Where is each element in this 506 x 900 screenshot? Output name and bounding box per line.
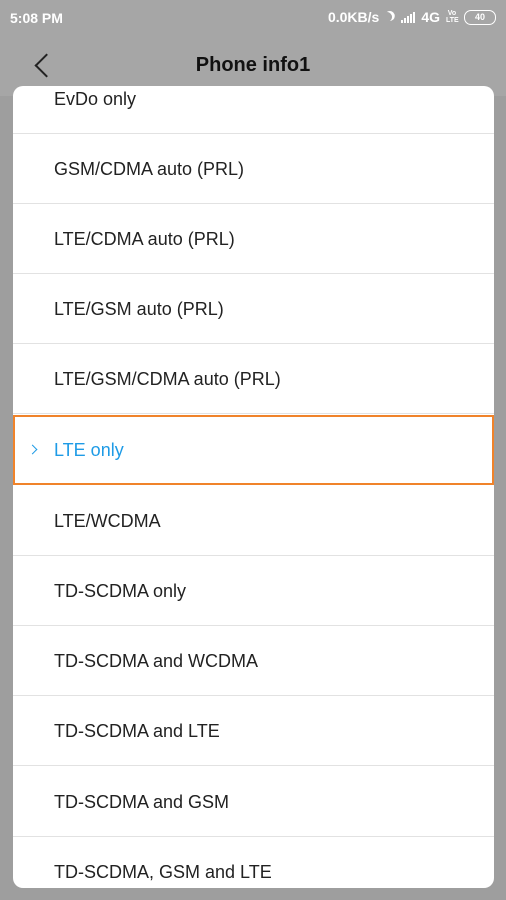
chevron-right-icon bbox=[27, 444, 38, 455]
network-speed: 0.0KB/s bbox=[327, 9, 380, 25]
option-lte-gsm-cdma-auto[interactable]: LTE/GSM/CDMA auto (PRL) bbox=[13, 344, 494, 414]
option-label: TD-SCDMA only bbox=[54, 581, 187, 601]
option-label: LTE/GSM/CDMA auto (PRL) bbox=[54, 369, 281, 389]
signal-icon bbox=[401, 11, 416, 23]
option-td-scdma-wcdma[interactable]: TD-SCDMA and WCDMA bbox=[13, 626, 494, 696]
option-td-scdma-lte[interactable]: TD-SCDMA and LTE bbox=[13, 696, 494, 766]
option-lte-gsm-auto[interactable]: LTE/GSM auto (PRL) bbox=[13, 274, 494, 344]
option-label: LTE/GSM auto (PRL) bbox=[54, 299, 224, 319]
option-lte-only[interactable]: LTE only bbox=[13, 415, 494, 485]
network-mode-dialog: EvDo only GSM/CDMA auto (PRL) LTE/CDMA a… bbox=[13, 86, 494, 888]
option-label: LTE only bbox=[54, 440, 124, 460]
volte-icon: Vo LTE bbox=[446, 10, 459, 24]
status-time: 5:08 PM bbox=[10, 10, 63, 26]
option-lte-cdma-auto[interactable]: LTE/CDMA auto (PRL) bbox=[13, 204, 494, 274]
option-td-scdma-only[interactable]: TD-SCDMA only bbox=[13, 556, 494, 626]
moon-icon bbox=[381, 11, 394, 24]
option-label: TD-SCDMA and LTE bbox=[54, 721, 220, 741]
option-label: TD-SCDMA and WCDMA bbox=[54, 651, 259, 671]
option-label: LTE/WCDMA bbox=[54, 511, 161, 531]
option-td-scdma-gsm[interactable]: TD-SCDMA and GSM bbox=[13, 767, 494, 837]
network-type: 4G bbox=[421, 9, 440, 25]
option-label: TD-SCDMA and GSM bbox=[54, 792, 230, 812]
option-label: TD-SCDMA, GSM and LTE bbox=[54, 862, 272, 882]
option-evdo-only[interactable]: EvDo only bbox=[13, 86, 494, 134]
option-gsm-cdma-auto[interactable]: GSM/CDMA auto (PRL) bbox=[13, 134, 494, 204]
option-td-scdma-gsm-lte[interactable]: TD-SCDMA, GSM and LTE bbox=[13, 837, 494, 888]
option-label: GSM/CDMA auto (PRL) bbox=[54, 159, 245, 179]
option-lte-wcdma[interactable]: LTE/WCDMA bbox=[13, 486, 494, 556]
option-label: EvDo only bbox=[54, 89, 137, 109]
status-icons: 0.0KB/s 4G Vo LTE 40 bbox=[328, 9, 496, 25]
option-label: LTE/CDMA auto (PRL) bbox=[54, 229, 235, 249]
battery-icon: 40 bbox=[464, 9, 496, 25]
status-bar: 5:08 PM 0.0KB/s 4G Vo LTE 40 bbox=[0, 0, 506, 36]
page-title: Phone info1 bbox=[195, 54, 311, 76]
